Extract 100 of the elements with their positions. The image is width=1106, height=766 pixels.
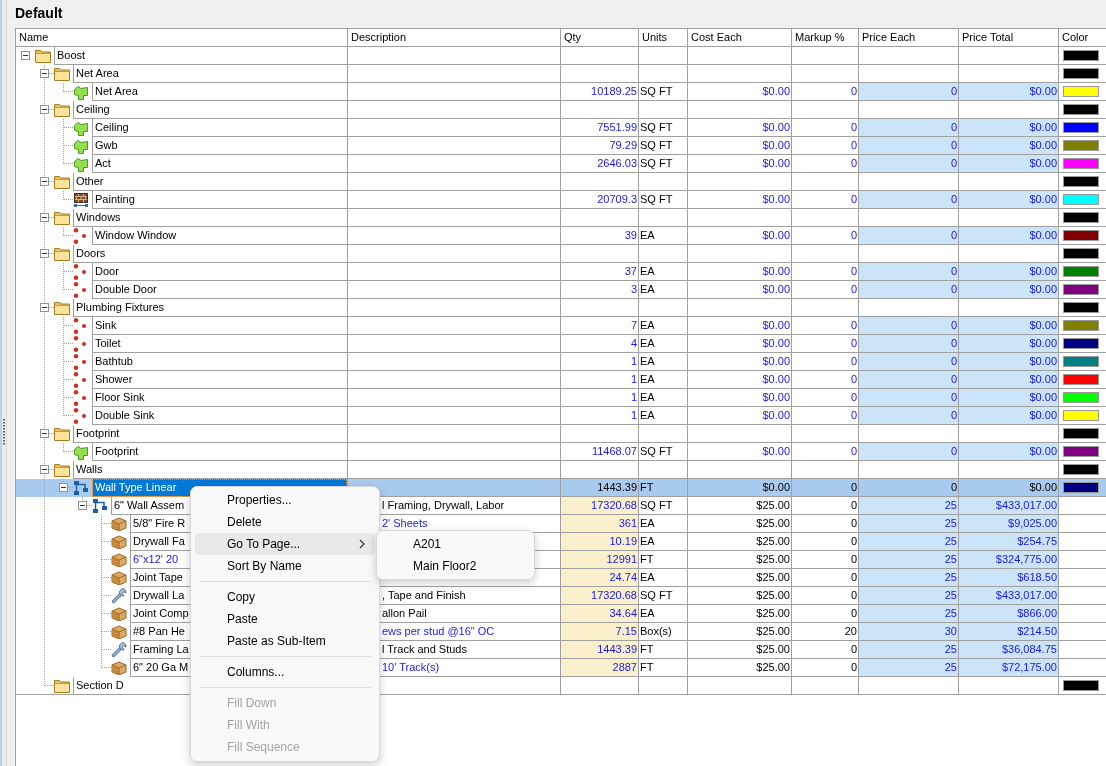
tree-item[interactable]: Framing La (133, 643, 189, 655)
folder-icon (54, 67, 70, 81)
tree-item[interactable]: Painting (95, 193, 135, 205)
menu-item[interactable]: Properties... (195, 489, 375, 511)
menu-item[interactable]: Columns... (195, 661, 375, 683)
tree-item[interactable]: Toilet (95, 337, 121, 349)
menu-item[interactable]: Go To Page... (195, 533, 375, 555)
tree-item[interactable]: Gwb (95, 139, 118, 151)
column-header[interactable]: Price Each (858, 29, 958, 46)
tree-item[interactable]: Footprint (95, 445, 139, 457)
tree-item[interactable]: Net Area (76, 67, 119, 79)
price-total-cell: $0.00 (958, 119, 1058, 137)
units-cell: FT (638, 641, 687, 659)
tree-toggle[interactable] (40, 69, 49, 78)
box-icon (111, 607, 127, 621)
tree-item[interactable]: Window Window (95, 229, 177, 241)
price-each-cell: 0 (858, 119, 958, 137)
menu-item[interactable]: Copy (195, 586, 375, 608)
tree-item[interactable]: Drywall Fa (133, 535, 185, 547)
column-header[interactable]: Price Total (958, 29, 1058, 46)
column-header[interactable]: Color (1058, 29, 1106, 46)
price-each-cell: 0 (858, 155, 958, 173)
tree-item[interactable]: Boost (57, 49, 86, 61)
menu-item[interactable]: Sort By Name (195, 555, 375, 577)
units-cell: SQ FT (638, 191, 687, 209)
tree-toggle[interactable] (21, 51, 30, 60)
units-cell: EA (638, 407, 687, 425)
price-each-cell: 0 (858, 407, 958, 425)
column-header[interactable]: Markup % (791, 29, 858, 46)
column-header[interactable]: Units (638, 29, 687, 46)
cost-each-cell: $0.00 (687, 191, 791, 209)
price-total-cell: $0.00 (958, 263, 1058, 281)
tree-toggle[interactable] (78, 501, 87, 510)
tree-item[interactable]: Sink (95, 319, 117, 331)
tree-item[interactable]: Shower (95, 373, 133, 385)
cost-each-cell: $0.00 (687, 335, 791, 353)
column-header[interactable]: Qty (560, 29, 638, 46)
menu-item[interactable]: Paste as Sub-Item (195, 630, 375, 652)
tree-item[interactable]: Doors (76, 247, 106, 259)
tree-item[interactable]: 6" 20 Ga M (133, 661, 189, 673)
tree-toggle[interactable] (59, 483, 68, 492)
polygon-icon (73, 444, 89, 460)
cost-each-cell: $25.00 (687, 587, 791, 605)
tree-item[interactable]: Net Area (95, 85, 138, 97)
price-total-cell: $214.50 (958, 623, 1058, 641)
units-cell: Box(s) (638, 623, 687, 641)
tree-item[interactable]: Floor Sink (95, 391, 145, 403)
tree-item[interactable]: 5/8" Fire R (133, 517, 186, 529)
price-total-cell: $0.00 (958, 227, 1058, 245)
qty-cell: 7.15 (560, 623, 638, 641)
price-each-cell: 25 (858, 497, 958, 515)
tree-item[interactable]: Ceiling (76, 103, 110, 115)
units-cell: SQ FT (638, 119, 687, 137)
qty-cell: 20709.3 (560, 191, 638, 209)
tree-item[interactable]: Double Sink (95, 409, 155, 421)
tree-item[interactable]: Bathtub (95, 355, 133, 367)
tree-toggle[interactable] (40, 465, 49, 474)
dots-icon (73, 317, 87, 335)
tree-item[interactable]: #8 Pan He (133, 625, 185, 637)
price-total-cell: $0.00 (958, 83, 1058, 101)
tree-item[interactable]: Double Door (95, 283, 157, 295)
tree-item[interactable]: Section D (76, 679, 124, 691)
units-cell: EA (638, 263, 687, 281)
tree-item[interactable]: Other (76, 175, 104, 187)
description-text: ews per stud @16" OC (382, 625, 495, 637)
units-cell: EA (638, 569, 687, 587)
column-header[interactable]: Name (16, 29, 347, 46)
tree-toggle[interactable] (40, 105, 49, 114)
tree-item[interactable]: Plumbing Fixtures (76, 301, 165, 313)
menu-item[interactable]: Paste (195, 608, 375, 630)
tree-toggle[interactable] (40, 303, 49, 312)
folder-icon (54, 427, 70, 441)
price-total-cell: $9,025.00 (958, 515, 1058, 533)
price-each-cell: 25 (858, 659, 958, 677)
price-each-cell: 0 (858, 227, 958, 245)
tree-item[interactable]: 6"x12' 20 (133, 553, 179, 565)
tree-toggle[interactable] (40, 429, 49, 438)
tree-item[interactable]: Ceiling (95, 121, 129, 133)
tree-item[interactable]: Joint Comp (133, 607, 189, 619)
menu-item[interactable]: Main Floor2 (381, 555, 530, 577)
menu-item[interactable]: A201 (381, 533, 530, 555)
price-each-cell: 0 (858, 479, 958, 497)
tree-item[interactable]: Act (95, 157, 111, 169)
tree-item[interactable]: 6" Wall Assem (114, 499, 185, 511)
units-cell: FT (638, 479, 687, 497)
tree-item[interactable]: Walls (76, 463, 103, 475)
column-header[interactable]: Cost Each (687, 29, 791, 46)
tree-item[interactable]: Joint Tape (133, 571, 183, 583)
price-total-cell: $0.00 (958, 389, 1058, 407)
tree-toggle[interactable] (40, 213, 49, 222)
polygon-icon (73, 138, 89, 154)
tree-toggle[interactable] (40, 177, 49, 186)
tree-item[interactable]: Windows (76, 211, 121, 223)
tree-item[interactable]: Door (95, 265, 119, 277)
tree-item[interactable]: Drywall La (133, 589, 185, 601)
tree-item[interactable]: Footprint (76, 427, 120, 439)
column-header[interactable]: Description (347, 29, 560, 46)
price-total-cell: $0.00 (958, 335, 1058, 353)
menu-item[interactable]: Delete (195, 511, 375, 533)
tree-toggle[interactable] (40, 249, 49, 258)
